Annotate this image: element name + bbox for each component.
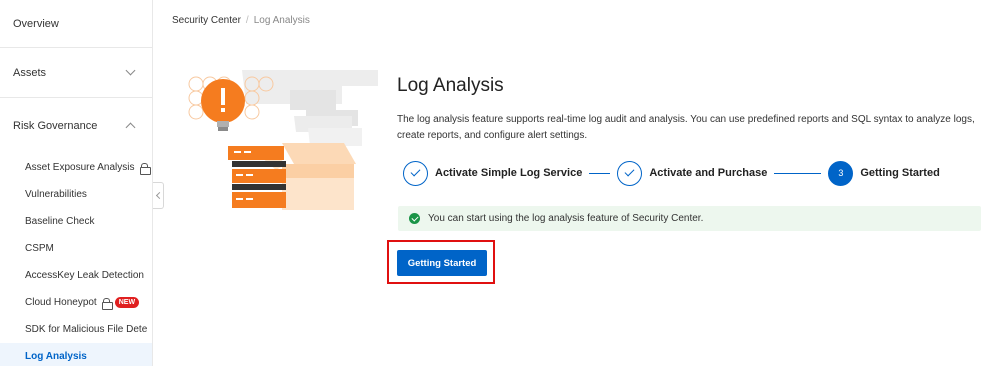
breadcrumb-root[interactable]: Security Center xyxy=(172,15,241,26)
sidebar-item-label: AccessKey Leak Detection xyxy=(25,270,144,281)
sidebar-group-assets[interactable]: Assets xyxy=(0,48,152,98)
sidebar-item-baseline-check[interactable]: Baseline Check xyxy=(0,208,152,235)
step-connector xyxy=(774,172,822,174)
alert-message: You can start using the log analysis fea… xyxy=(428,213,704,224)
sidebar-item-label: Asset Exposure Analysis xyxy=(25,162,135,173)
sidebar-item-log-analysis[interactable]: Log Analysis xyxy=(0,343,152,366)
sidebar: Overview Assets Risk Governance Asset Ex… xyxy=(0,0,153,366)
sidebar-item-label: Baseline Check xyxy=(25,216,95,227)
check-icon xyxy=(410,166,421,177)
breadcrumb-separator: / xyxy=(245,15,249,26)
step-2-circle xyxy=(617,160,643,186)
step-2-label: Activate and Purchase xyxy=(649,167,768,179)
sidebar-submenu: Asset Exposure Analysis Vulnerabilities … xyxy=(0,154,152,366)
sidebar-item-sdk-malicious-file[interactable]: SDK for Malicious File Dete xyxy=(0,316,152,343)
sidebar-item-overview[interactable]: Overview xyxy=(0,0,152,48)
sidebar-item-asset-exposure-analysis[interactable]: Asset Exposure Analysis xyxy=(0,154,152,181)
step-connector xyxy=(589,172,611,174)
new-badge: NEW xyxy=(114,297,140,308)
step-1-circle xyxy=(403,160,428,186)
sidebar-item-cloud-honeypot[interactable]: Cloud Honeypot NEW xyxy=(0,289,152,316)
check-circle-icon xyxy=(409,213,420,224)
step-3-number: 3 xyxy=(838,168,844,178)
chevron-left-icon xyxy=(155,191,163,200)
success-alert: You can start using the log analysis fea… xyxy=(398,206,981,231)
sidebar-item-label: Cloud Honeypot xyxy=(25,297,97,308)
sidebar-item-vulnerabilities[interactable]: Vulnerabilities xyxy=(0,181,152,208)
lock-icon xyxy=(139,162,151,175)
chevron-up-icon xyxy=(125,122,136,133)
getting-started-button[interactable]: Getting Started xyxy=(397,250,487,276)
log-analysis-illustration xyxy=(188,70,378,210)
sidebar-collapse-button[interactable] xyxy=(153,182,164,209)
sidebar-item-cspm[interactable]: CSPM xyxy=(0,235,152,262)
check-icon xyxy=(624,166,635,177)
sidebar-group-label: Assets xyxy=(13,66,47,79)
sidebar-item-label: Vulnerabilities xyxy=(25,189,87,200)
sidebar-item-label: Overview xyxy=(13,17,59,30)
sidebar-item-label: CSPM xyxy=(25,243,54,254)
sidebar-item-label: Log Analysis xyxy=(25,351,87,362)
step-3-label: Getting Started xyxy=(860,167,940,179)
chevron-down-icon xyxy=(125,65,136,76)
sidebar-item-label: SDK for Malicious File Dete xyxy=(25,324,148,335)
sidebar-group-label: Risk Governance xyxy=(13,120,98,132)
step-3-circle: 3 xyxy=(828,160,854,186)
page-description: The log analysis feature supports real-t… xyxy=(397,114,975,141)
breadcrumb: Security Center / Log Analysis xyxy=(172,15,310,26)
page-title: Log Analysis xyxy=(397,75,504,96)
steps-indicator: Activate Simple Log Service Activate and… xyxy=(403,160,940,186)
breadcrumb-current: Log Analysis xyxy=(253,15,310,26)
lock-icon xyxy=(101,297,113,310)
sidebar-group-risk-governance[interactable]: Risk Governance xyxy=(0,100,152,152)
sidebar-item-accesskey-leak-detection[interactable]: AccessKey Leak Detection xyxy=(0,262,152,289)
step-1-label: Activate Simple Log Service xyxy=(435,167,583,179)
